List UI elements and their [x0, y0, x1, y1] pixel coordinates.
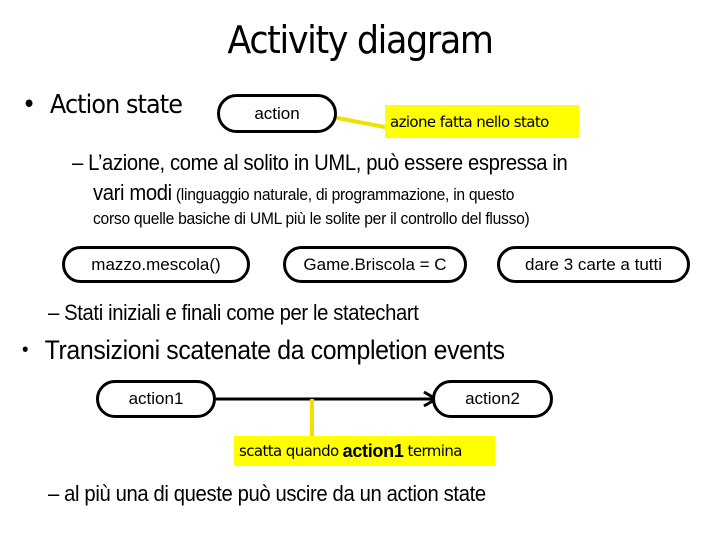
- transition-note-text-end: termina: [407, 442, 463, 460]
- sub-text-line3: corso quelle basiche di UML più le solit…: [93, 209, 530, 228]
- transition-note-highlight: action1: [342, 440, 404, 461]
- dash-icon: –: [48, 481, 59, 506]
- sub-bullet-one-exit: – al più una di queste può uscire da un …: [48, 481, 486, 507]
- sub-text-line2: vari modi (linguaggio naturale, di progr…: [93, 180, 514, 206]
- action-node-label: action: [254, 103, 300, 123]
- dash-icon: –: [48, 300, 59, 325]
- example-node-label: dare 3 carte a tutti: [524, 254, 663, 274]
- target-action-node: action2: [432, 380, 553, 418]
- action-note-text: azione fatta nello stato: [390, 112, 549, 131]
- sub-text-line1: L’azione, come al solito in UML, può ess…: [88, 150, 568, 175]
- sub-bullet-action-expression: – L’azione, come al solito in UML, può e…: [72, 150, 568, 176]
- source-action-node: action1: [96, 380, 216, 418]
- sub-bullet-initial-final: – Stati iniziali e finali come per le st…: [48, 300, 419, 326]
- sub-text: al più una di queste può uscire da un ac…: [64, 481, 486, 506]
- bullet-icon: •: [22, 339, 29, 361]
- example-node-label: Game.Briscola = C: [303, 254, 447, 274]
- dash-icon: –: [72, 150, 83, 175]
- sub-text: Stati iniziali e finali come per le stat…: [64, 300, 419, 325]
- example-node: Game.Briscola = C: [283, 246, 467, 283]
- target-node-label: action2: [465, 389, 520, 408]
- transition-note: scatta quando action1 termina: [234, 436, 495, 466]
- source-node-label: action1: [128, 389, 184, 408]
- action-node: action: [217, 94, 337, 133]
- example-node-label: mazzo.mescola(): [91, 254, 221, 274]
- sub-text-line2-detail: (linguaggio naturale, di programmazione,…: [171, 185, 515, 204]
- example-node: dare 3 carte a tutti: [497, 246, 690, 283]
- bullet-label: Transizioni scatenate da completion even…: [44, 335, 505, 365]
- sub-text-line2-main: vari modi: [93, 180, 172, 205]
- transition-note-text: scatta quando: [239, 442, 339, 460]
- example-node: mazzo.mescola(): [62, 246, 250, 283]
- bullet-transitions: • Transizioni scatenate da completion eve…: [22, 335, 505, 366]
- action-note: azione fatta nello stato: [385, 105, 579, 138]
